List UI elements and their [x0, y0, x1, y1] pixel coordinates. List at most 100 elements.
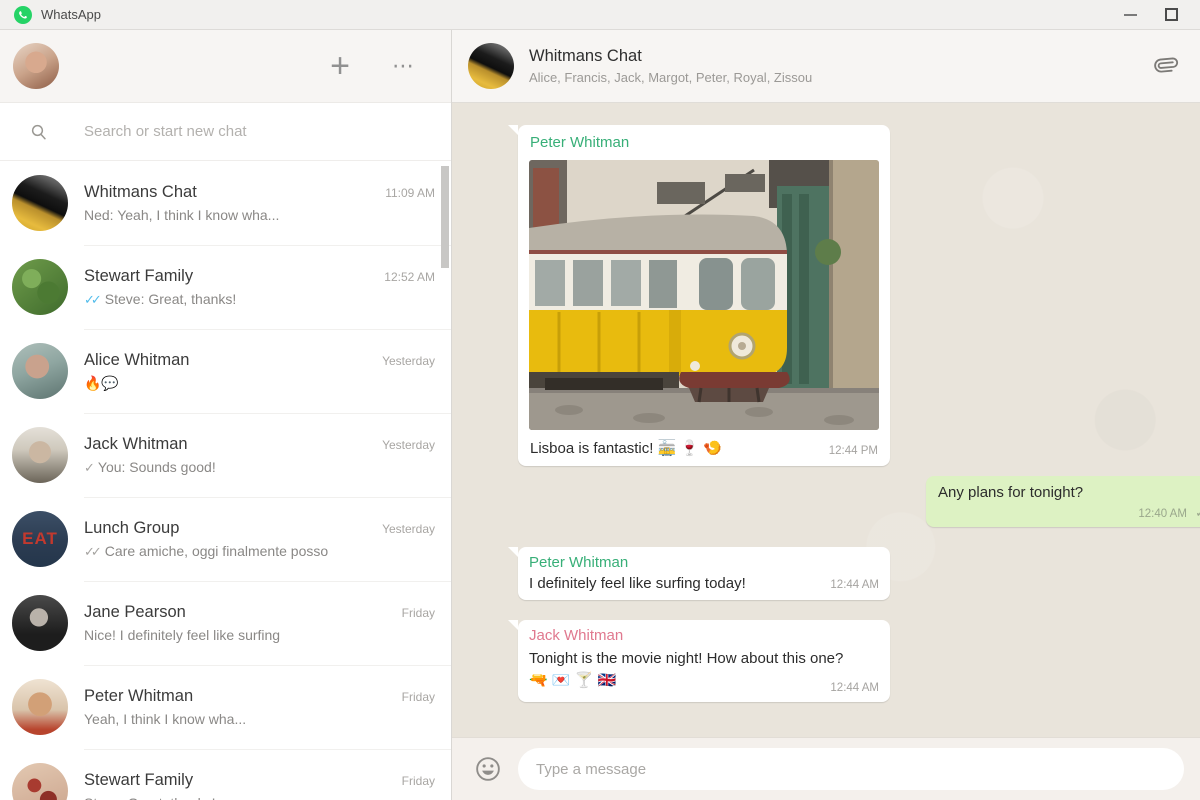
message-text: I definitely feel like surfing today!: [529, 575, 746, 592]
chat-time: Friday: [402, 606, 435, 620]
sidebar-header: + ⋯: [0, 30, 451, 103]
message-incoming-jack: Jack Whitman Tonight is the movie night!…: [518, 620, 890, 702]
paperclip-icon: [1147, 45, 1184, 82]
search-bar: [0, 103, 451, 161]
message-photo-lisbon-tram[interactable]: [529, 160, 879, 430]
chat-preview: 🔥💬: [84, 375, 435, 392]
my-profile-avatar[interactable]: [13, 43, 59, 89]
titlebar: WhatsApp: [0, 0, 1200, 30]
chat-preview: ✓✓Care amiche, oggi finalmente posso: [84, 543, 435, 560]
maximize-button[interactable]: [1150, 0, 1190, 30]
chat-name: Stewart Family: [84, 771, 392, 790]
chat-row-body: Alice Whitman Yesterday 🔥💬: [84, 351, 435, 392]
chat-row-body: Whitmans Chat 11:09 AM Ned: Yeah, I thin…: [84, 183, 435, 223]
chat-list-item-jane-pearson[interactable]: Jane Pearson Friday Nice! I definitely f…: [0, 581, 451, 665]
message-area: Peter Whitman: [452, 103, 1200, 737]
message-sender: Peter Whitman: [529, 132, 879, 156]
avatar: EAT: [12, 511, 68, 567]
message-caption-row: Lisboa is fantastic! 🚋 🍷 🍤 12:44 PM: [529, 430, 879, 459]
chat-time: Yesterday: [382, 522, 435, 536]
avatar: [12, 679, 68, 735]
chat-list-item-peter-whitman[interactable]: Peter Whitman Friday Yeah, I think I kno…: [0, 665, 451, 749]
emoji-button[interactable]: [474, 755, 502, 783]
message-time: 12:44 AM: [816, 579, 879, 592]
message-incoming-peter: Peter Whitman I definitely feel like sur…: [518, 547, 890, 600]
avatar: [12, 343, 68, 399]
chat-list-item-lunch-group[interactable]: EAT Lunch Group Yesterday ✓✓Care amiche,…: [0, 497, 451, 581]
minimize-icon: [1124, 14, 1137, 16]
chat-row-body: Jane Pearson Friday Nice! I definitely f…: [84, 603, 435, 643]
chat-row-body: Stewart Family 12:52 AM ✓✓ Steve: Great, …: [84, 267, 435, 308]
chat-preview: Ned: Yeah, I think I know wha...: [84, 207, 435, 223]
chat-avatar[interactable]: [468, 43, 514, 89]
whatsapp-logo-icon: [14, 6, 32, 24]
composer-bar: [452, 737, 1200, 800]
message-sender: Jack Whitman: [529, 627, 879, 644]
chat-time: 12:52 AM: [384, 270, 435, 284]
sent-tick-icon: ✓: [1195, 505, 1200, 520]
message-incoming-image: Peter Whitman: [518, 125, 890, 466]
chat-list-item-alice-whitman[interactable]: Alice Whitman Yesterday 🔥💬: [0, 329, 451, 413]
maximize-icon: [1165, 8, 1178, 21]
chat-row-body: Jack Whitman Yesterday ✓ You: Sounds good…: [84, 435, 435, 476]
chat-time: 11:09 AM: [385, 186, 435, 200]
avatar: [12, 427, 68, 483]
message-sender: Peter Whitman: [529, 554, 879, 571]
minimize-button[interactable]: [1110, 0, 1150, 30]
chat-panel: Whitmans Chat Alice, Francis, Jack, Marg…: [452, 30, 1200, 800]
chat-preview: ✓ You: Sounds good!: [84, 459, 435, 476]
chat-row-body: Peter Whitman Friday Yeah, I think I kno…: [84, 687, 435, 727]
chat-name: Jane Pearson: [84, 603, 392, 622]
chat-titles[interactable]: Whitmans Chat Alice, Francis, Jack, Marg…: [529, 47, 1148, 85]
read-ticks-icon: ✓✓: [84, 292, 98, 307]
message-input[interactable]: [518, 748, 1184, 790]
chat-preview-text: Steve: Great, thanks!: [105, 291, 237, 307]
menu-icon[interactable]: ⋯: [392, 51, 415, 81]
chat-row-body: Lunch Group Yesterday ✓✓Care amiche, ogg…: [84, 519, 435, 560]
chat-list-scrollbar[interactable]: [441, 166, 449, 268]
search-icon: [30, 123, 48, 141]
chat-name: Stewart Family: [84, 267, 374, 286]
chat-list-item-stewart-family-2[interactable]: Stewart Family Friday Steve: Great, than…: [0, 749, 451, 800]
sent-tick-icon: ✓: [84, 460, 91, 475]
avatar: [12, 595, 68, 651]
message-text: Tonight is the movie night! How about th…: [529, 648, 869, 692]
chat-preview: Nice! I definitely feel like surfing: [84, 627, 435, 643]
search-input[interactable]: [84, 123, 433, 140]
message-text: Any plans for tonight?: [938, 484, 1200, 501]
chat-row-body: Stewart Family Friday Steve: Great, than…: [84, 771, 435, 800]
chat-header: Whitmans Chat Alice, Francis, Jack, Marg…: [452, 30, 1200, 103]
main-area: + ⋯ Whitmans Chat 11:09 AM: [0, 30, 1200, 800]
chat-name: Jack Whitman: [84, 435, 372, 454]
new-chat-icon[interactable]: +: [330, 51, 350, 81]
chat-preview: ✓✓ Steve: Great, thanks!: [84, 291, 435, 308]
chat-preview-text: Care amiche, oggi finalmente posso: [105, 543, 328, 559]
chat-name: Whitmans Chat: [84, 183, 375, 202]
message-caption: Lisboa is fantastic! 🚋 🍷 🍤: [530, 439, 722, 457]
chat-name: Lunch Group: [84, 519, 372, 538]
chat-preview: Yeah, I think I know wha...: [84, 711, 435, 727]
chat-preview: Steve: Great, thanks!: [84, 795, 435, 800]
avatar: [12, 175, 68, 231]
smiley-icon: [474, 755, 502, 783]
app-title: WhatsApp: [41, 7, 101, 22]
chat-time: Friday: [402, 774, 435, 788]
chat-name: Alice Whitman: [84, 351, 372, 370]
message-time: 12:44 PM: [815, 445, 878, 457]
chat-preview-text: You: Sounds good!: [98, 459, 216, 475]
chat-time: Yesterday: [382, 354, 435, 368]
attach-button[interactable]: [1148, 47, 1182, 86]
chat-list-item-whitmans-chat[interactable]: Whitmans Chat 11:09 AM Ned: Yeah, I thin…: [0, 161, 451, 245]
chat-list-item-stewart-family[interactable]: Stewart Family 12:52 AM ✓✓ Steve: Great, …: [0, 245, 451, 329]
chat-list: Whitmans Chat 11:09 AM Ned: Yeah, I thin…: [0, 161, 451, 800]
sidebar: + ⋯ Whitmans Chat 11:09 AM: [0, 30, 452, 800]
chat-list-item-jack-whitman[interactable]: Jack Whitman Yesterday ✓ You: Sounds good…: [0, 413, 451, 497]
avatar: [12, 763, 68, 800]
message-time: 12:40 AM: [1138, 508, 1187, 520]
chat-time: Yesterday: [382, 438, 435, 452]
chat-name: Peter Whitman: [84, 687, 392, 706]
avatar-label: EAT: [22, 529, 58, 549]
chat-participants: Alice, Francis, Jack, Margot, Peter, Roy…: [529, 70, 1148, 85]
message-meta: 12:40 AM ✓: [938, 504, 1200, 521]
message-time: 12:44 AM: [830, 682, 879, 694]
